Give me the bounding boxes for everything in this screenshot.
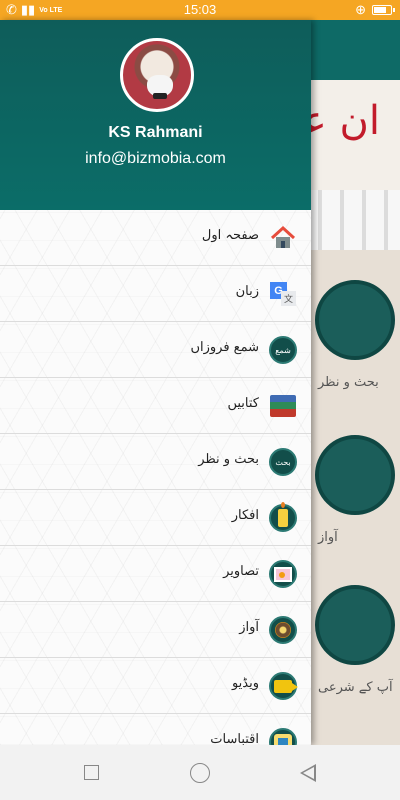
bg-tile-awaz[interactable]: [315, 435, 395, 515]
menu-item-label: صفحہ اول: [201, 228, 259, 243]
menu-item-afkar[interactable]: افکار: [0, 490, 311, 546]
menu-item-label: افکار: [231, 508, 259, 523]
menu-item-bahs-o-nazar[interactable]: بحث و نظر بحث: [0, 434, 311, 490]
bahs-o-nazar-logo-icon: بحث: [269, 448, 297, 476]
alarm-icon: ⊕: [355, 2, 366, 17]
bg-label-2: آواز: [318, 530, 338, 545]
menu-item-video[interactable]: ویڈیو: [0, 658, 311, 714]
home-button-icon[interactable]: [190, 763, 210, 783]
shama-frozan-logo-icon: شمع: [269, 336, 297, 364]
menu-item-label: کتابیں: [227, 396, 259, 411]
translate-icon: G文: [269, 280, 297, 308]
quote-book-icon: [269, 728, 297, 745]
system-nav-bar: [0, 745, 400, 800]
menu-item-label: زبان: [235, 284, 259, 299]
menu-item-label: شمع فروزاں: [190, 340, 259, 355]
recent-apps-icon[interactable]: [84, 765, 99, 780]
menu-item-audio[interactable]: آواز: [0, 602, 311, 658]
banner-photo: [300, 190, 400, 250]
navigation-drawer: KS Rahmani info@bizmobia.com صفحہ اول زب…: [0, 20, 311, 745]
menu-item-quotes[interactable]: اقتباسات: [0, 714, 311, 745]
home-icon: [269, 224, 297, 252]
back-icon[interactable]: [300, 764, 316, 782]
bg-label-1: بحث و نظر: [318, 375, 379, 390]
video-camera-icon: [269, 672, 298, 700]
bg-tile-bahs-o-nazar[interactable]: [315, 280, 395, 360]
bg-label-3: آپ کے شرعی: [318, 680, 393, 695]
menu-item-label: ویڈیو: [231, 676, 259, 691]
menu-item-label: تصاویر: [223, 564, 259, 579]
clock: 15:03: [183, 2, 217, 17]
drawer-header: KS Rahmani info@bizmobia.com: [0, 20, 311, 210]
menu-item-label: آواز: [239, 620, 259, 635]
menu-item-label: اقتباسات: [210, 732, 259, 745]
photo-icon: [269, 560, 297, 588]
menu-item-language[interactable]: زبان G文: [0, 266, 311, 322]
drawer-menu: صفحہ اول زبان G文 شمع فروزاں شمع کتابیں ب…: [0, 210, 311, 745]
menu-item-books[interactable]: کتابیں: [0, 378, 311, 434]
books-icon: [269, 392, 297, 420]
menu-item-home[interactable]: صفحہ اول: [0, 210, 311, 266]
avatar: [120, 38, 194, 112]
bg-tile-shari[interactable]: [315, 585, 395, 665]
status-bar: ✆ ▮▮ Vo LTE 15:03 ⊕: [0, 0, 400, 20]
user-email: info@bizmobia.com: [85, 150, 226, 167]
menu-item-label: بحث و نظر: [198, 452, 259, 467]
user-name: KS Rahmani: [108, 124, 203, 141]
candle-icon: [269, 502, 297, 532]
speaker-icon: [269, 616, 297, 644]
menu-item-shama-frozan[interactable]: شمع فروزاں شمع: [0, 322, 311, 378]
battery-icon: [372, 5, 395, 15]
menu-item-photos[interactable]: تصاویر: [0, 546, 311, 602]
